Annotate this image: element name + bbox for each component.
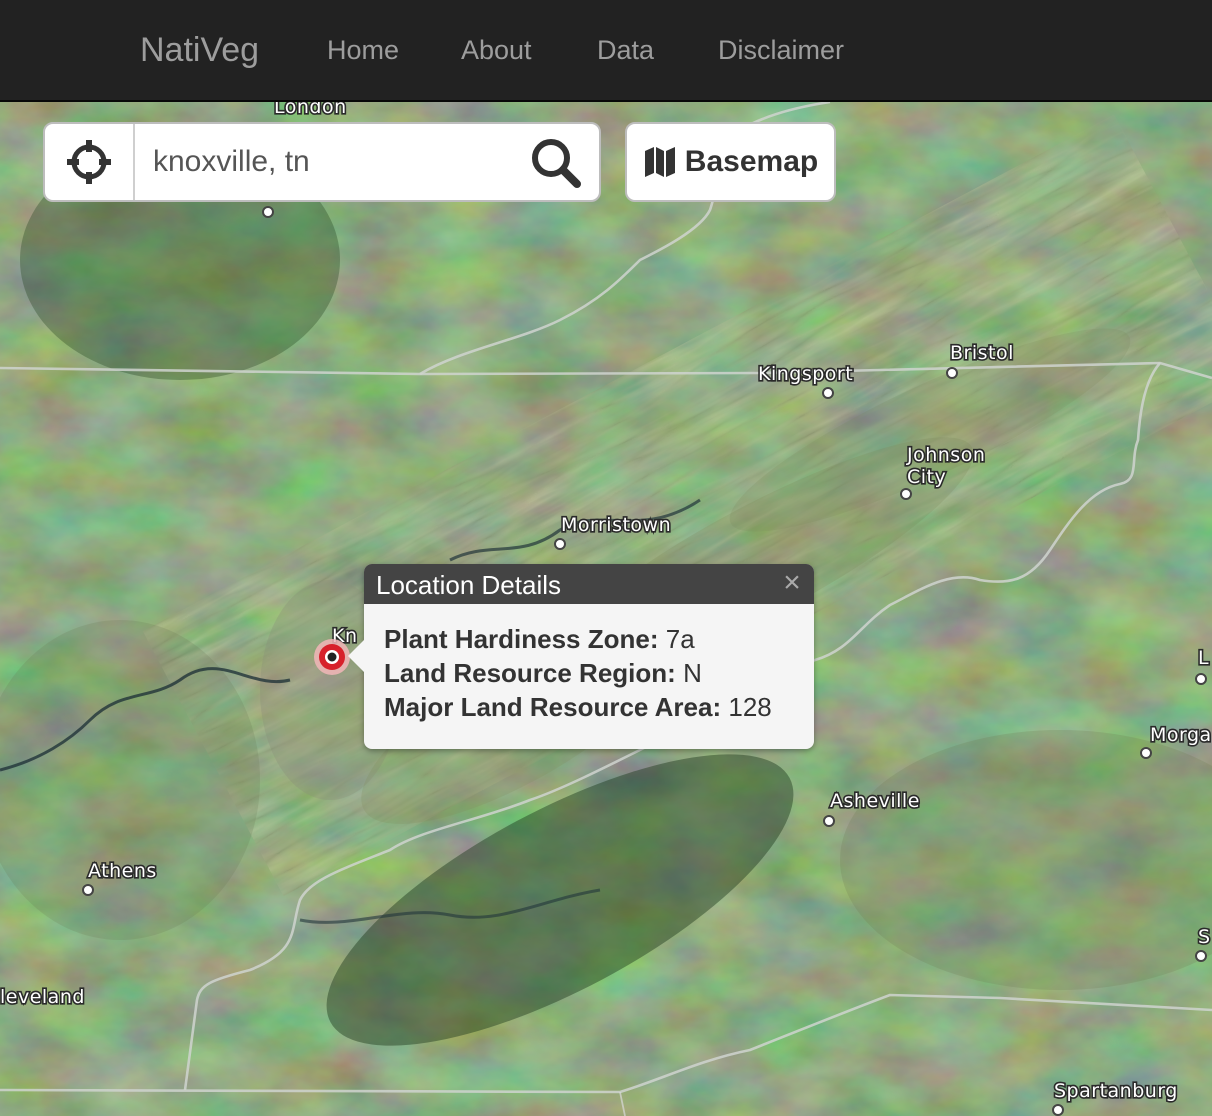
svg-text:City: City	[907, 466, 946, 488]
search-input[interactable]	[143, 138, 533, 186]
detail-value: 7a	[665, 624, 695, 654]
popup-header: Location Details ×	[364, 564, 814, 604]
magnifier-icon	[532, 139, 581, 188]
map-icon	[644, 147, 675, 177]
svg-text:Morristown: Morristown	[561, 514, 671, 536]
detail-label: Plant Hardiness Zone:	[384, 624, 659, 654]
brand-link[interactable]: NatiVeg	[140, 30, 259, 70]
popup-tip	[348, 640, 364, 672]
svg-text:leveland: leveland	[0, 986, 85, 1008]
basemap-label: Basemap	[684, 145, 819, 178]
svg-text:London: London	[274, 102, 347, 118]
nav-about[interactable]: About	[461, 34, 532, 66]
detail-land-resource-region: Land Resource Region: N	[384, 656, 772, 690]
crosshair-icon	[67, 140, 111, 184]
app: NatiVeg Home About Data Disclaimer Londo…	[0, 0, 1212, 1116]
navbar: NatiVeg Home About Data Disclaimer	[0, 0, 1212, 102]
basemap-button[interactable]: Basemap	[625, 122, 836, 202]
svg-text:Johnson: Johnson	[906, 444, 985, 466]
popup-body: Plant Hardiness Zone: 7a Land Resource R…	[384, 622, 772, 724]
locate-button[interactable]	[45, 124, 135, 200]
svg-text:Athens: Athens	[88, 860, 157, 882]
svg-text:Asheville: Asheville	[830, 790, 920, 812]
svg-text:S: S	[1198, 926, 1211, 948]
search-control	[43, 122, 601, 202]
location-details-popup: Location Details × Plant Hardiness Zone:…	[348, 564, 814, 749]
detail-value: 128	[728, 692, 772, 722]
svg-text:Kingsport: Kingsport	[758, 363, 853, 385]
detail-label: Land Resource Region:	[384, 658, 676, 688]
nav-home[interactable]: Home	[327, 34, 399, 66]
svg-text:Spartanburg: Spartanburg	[1054, 1080, 1178, 1102]
city-cleveland: leveland	[0, 984, 86, 1009]
svg-text:L: L	[1198, 647, 1209, 669]
nav-data[interactable]: Data	[597, 34, 654, 66]
svg-text:Bristol: Bristol	[950, 342, 1014, 364]
detail-major-land-resource-area: Major Land Resource Area: 128	[384, 690, 772, 724]
detail-value: N	[683, 658, 702, 688]
nav-disclaimer[interactable]: Disclaimer	[718, 34, 844, 66]
detail-label: Major Land Resource Area:	[384, 692, 722, 722]
popup-title: Location Details	[376, 570, 561, 600]
location-marker[interactable]	[312, 637, 352, 677]
detail-plant-hardiness-zone: Plant Hardiness Zone: 7a	[384, 622, 772, 656]
close-icon[interactable]: ×	[778, 566, 806, 600]
svg-text:Morga: Morga	[1150, 724, 1212, 746]
search-button[interactable]	[527, 134, 585, 192]
